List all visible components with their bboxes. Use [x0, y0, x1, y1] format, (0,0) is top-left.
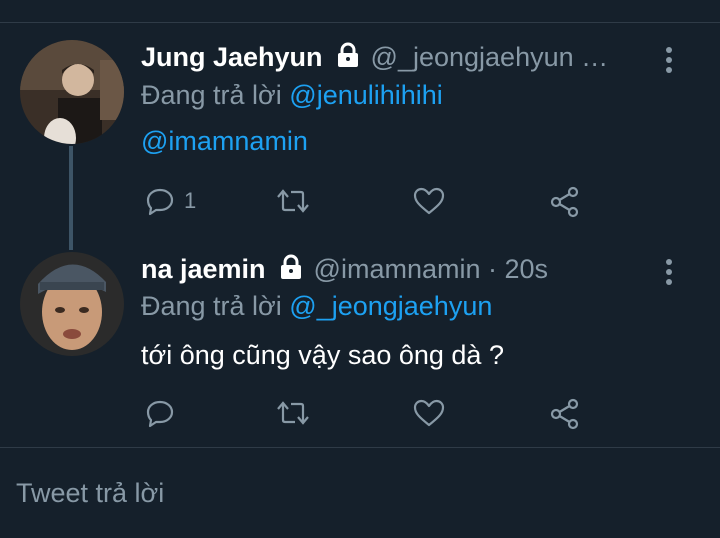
share-icon — [550, 398, 579, 430]
more-icon[interactable] — [664, 259, 674, 289]
tweet-text: tới ông cũng vậy sao ông dà ? — [141, 340, 504, 370]
share-button[interactable] — [549, 398, 581, 430]
tweet-actions — [141, 398, 601, 432]
reply-icon — [146, 400, 174, 428]
handle[interactable]: @imamnamin · 20s — [314, 254, 548, 285]
tweet-header: na jaemin @imamnamin · 20s — [141, 254, 548, 285]
reply-button[interactable] — [145, 398, 184, 428]
avatar[interactable] — [20, 252, 124, 356]
replying-to: Đang trả lời @_jeongjaehyun — [141, 291, 492, 322]
replying-mention[interactable]: @_jeongjaehyun — [289, 291, 492, 321]
retweet-icon — [277, 401, 309, 425]
tweet-na-jaemin[interactable]: na jaemin @imamnamin · 20s Đang trả lời … — [0, 0, 720, 448]
replying-label: Đang trả lời — [141, 291, 282, 321]
divider — [0, 447, 720, 448]
retweet-button[interactable] — [275, 398, 311, 428]
reply-input[interactable]: Tweet trả lời — [16, 478, 164, 509]
lock-icon — [278, 254, 304, 285]
like-icon — [413, 399, 445, 427]
display-name[interactable]: na jaemin — [141, 254, 266, 285]
like-button[interactable] — [413, 398, 445, 428]
